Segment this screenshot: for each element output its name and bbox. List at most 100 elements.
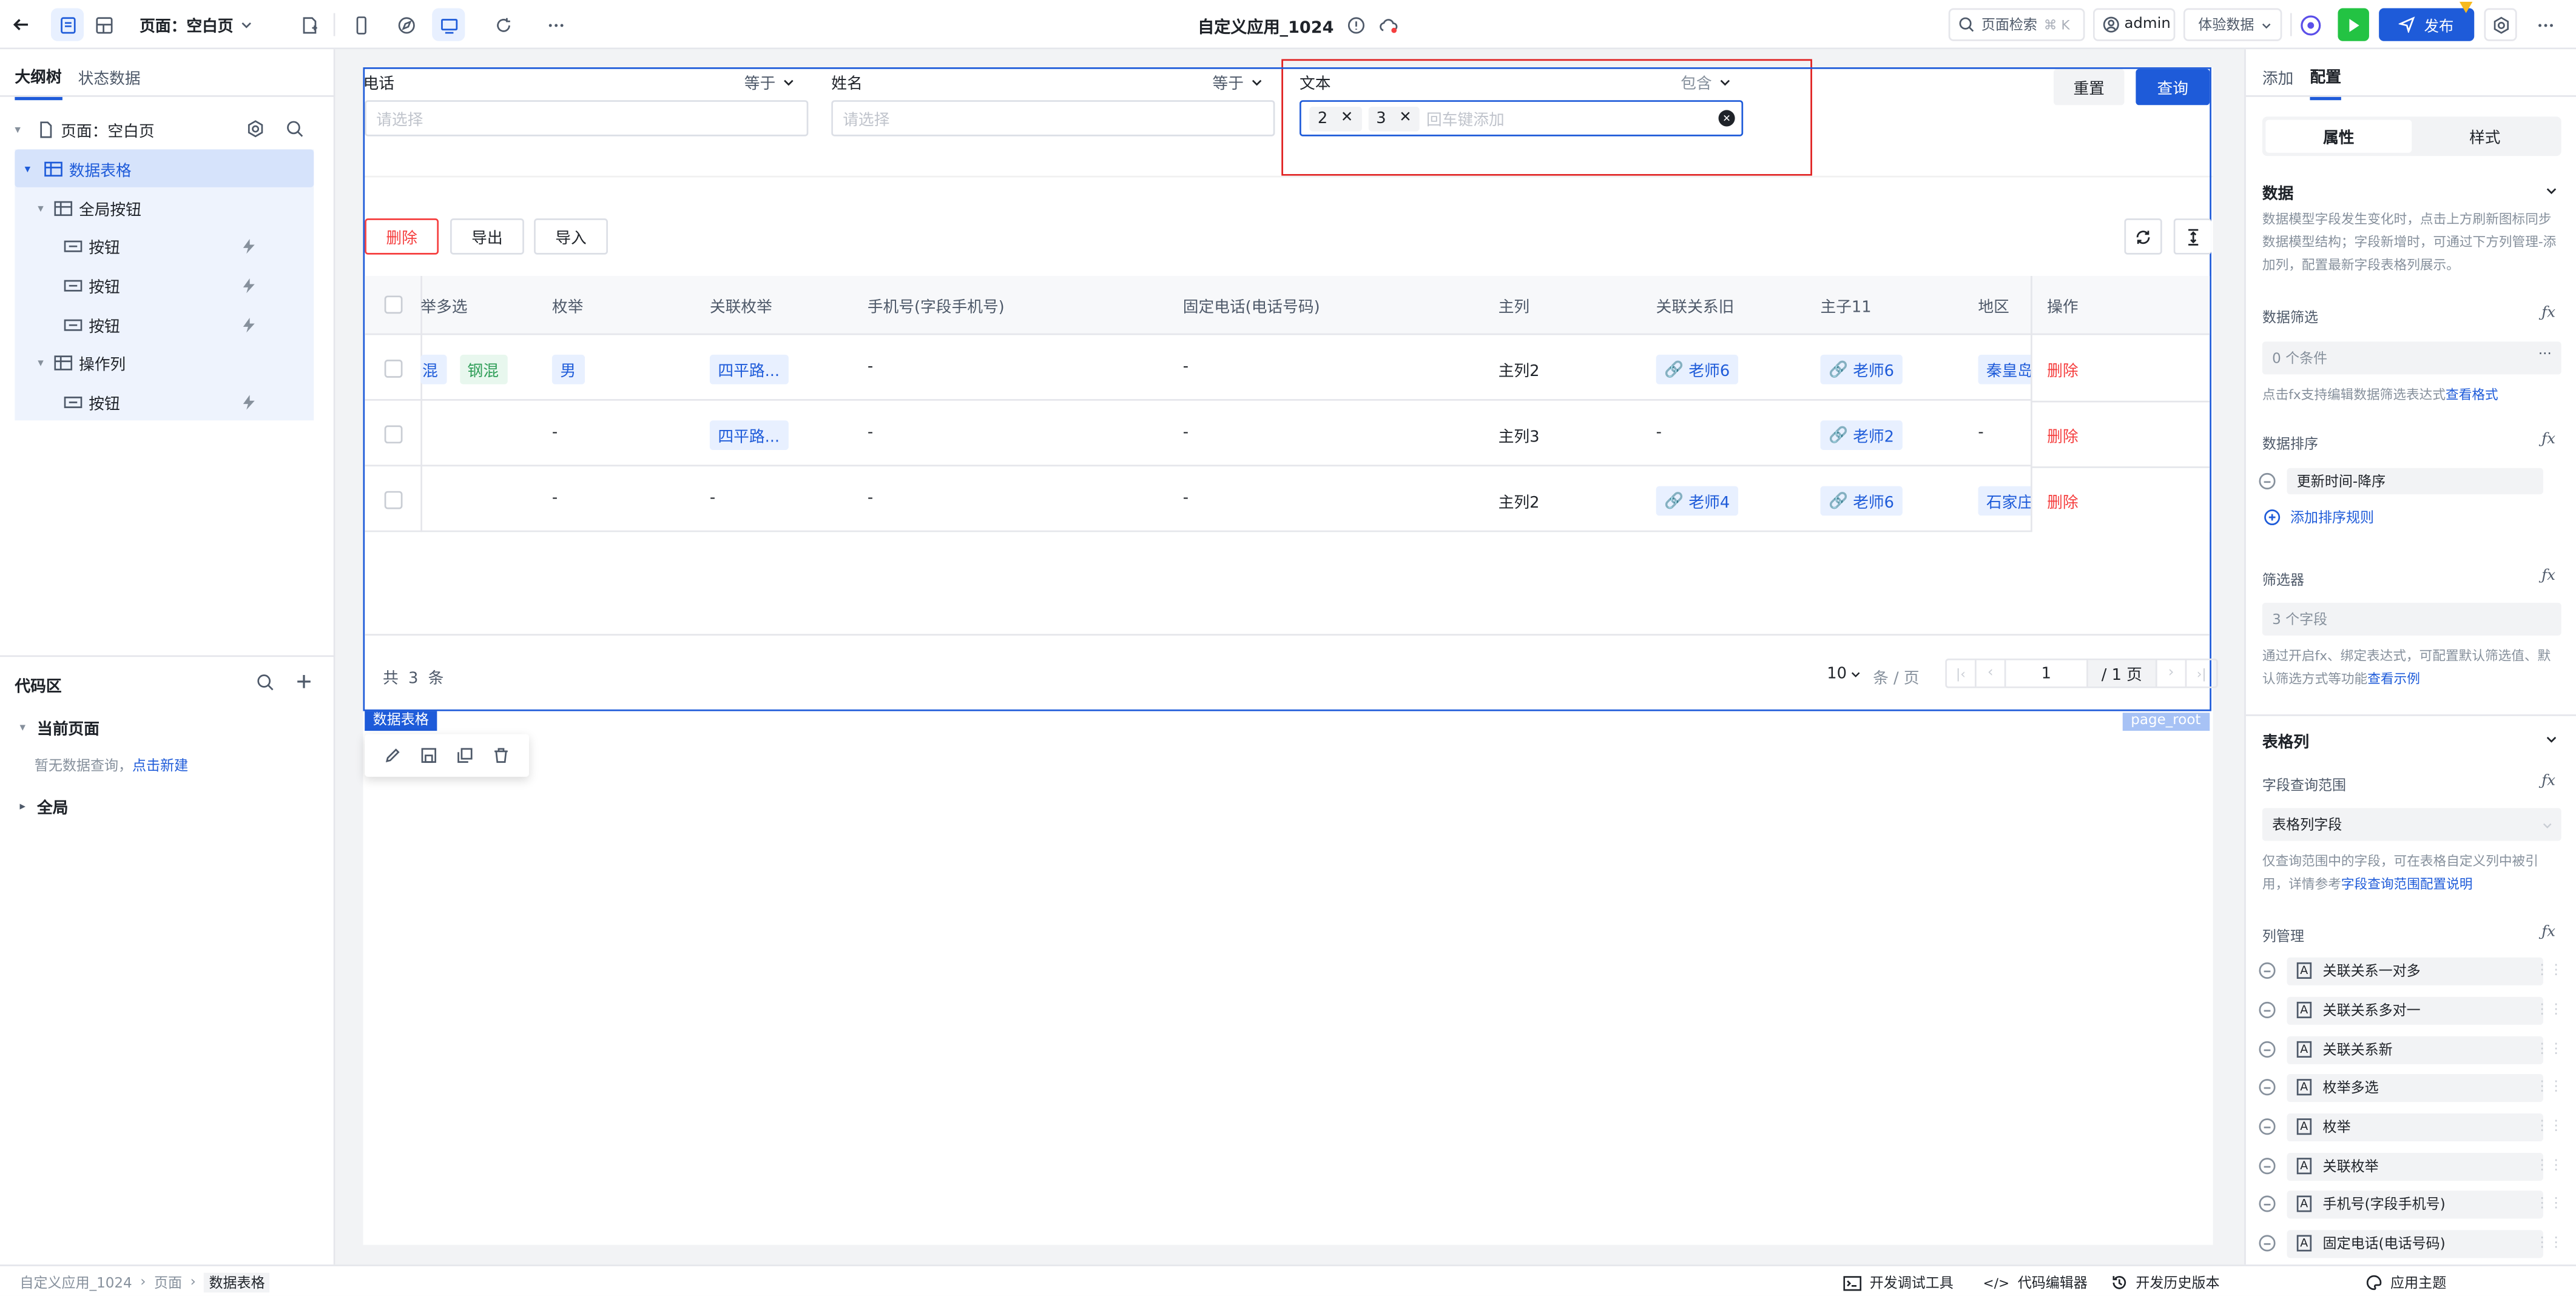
column-item[interactable]: A 关联关系新 ⋮⋮ (2287, 1035, 2563, 1064)
theme-button[interactable]: 应用主题 (2366, 1273, 2446, 1292)
import-button[interactable]: 导入 (534, 218, 608, 255)
breadcrumb-item[interactable]: 页面 (154, 1273, 182, 1292)
tab-state-data[interactable]: 状态数据 (78, 65, 141, 98)
remove-icon[interactable] (2259, 1079, 2276, 1096)
first-page-icon[interactable]: |‹ (1947, 660, 1977, 687)
reset-button[interactable]: 重置 (2054, 69, 2125, 106)
lightning-icon[interactable] (241, 394, 256, 410)
chevron-down-icon[interactable] (2545, 184, 2558, 197)
settings-icon[interactable] (246, 120, 265, 138)
tree-item-global-buttons[interactable]: ▾ 全局按钮 (15, 189, 314, 226)
tree-item-action-column[interactable]: ▾ 操作列 (15, 343, 314, 381)
more-icon[interactable] (2529, 8, 2561, 41)
compass-icon[interactable] (389, 8, 422, 41)
close-icon[interactable]: ✕ (1341, 110, 1353, 126)
page-selector[interactable]: 页面：空白页 (140, 13, 253, 36)
more-icon[interactable] (539, 8, 572, 41)
scope-doc-link[interactable]: 字段查询范围配置说明 (2341, 877, 2473, 891)
export-button[interactable]: 导出 (450, 218, 524, 255)
fx-icon[interactable]: ƒx (2541, 306, 2555, 322)
mobile-icon[interactable] (345, 8, 378, 41)
phone-filter-input[interactable]: 请选择 (365, 100, 809, 136)
page-icon[interactable] (50, 8, 84, 41)
publish-button[interactable]: 发布 (2379, 8, 2475, 41)
lightning-icon[interactable] (241, 237, 256, 253)
column-item[interactable]: A 手机号(字段手机号) ⋮⋮ (2287, 1189, 2563, 1218)
column-item[interactable]: A 关联关系多对一 ⋮⋮ (2287, 996, 2563, 1024)
refresh-icon[interactable] (487, 8, 519, 41)
sort-item[interactable]: 更新时间-降序 (2287, 468, 2543, 495)
prev-page-icon[interactable]: ‹ (1977, 660, 2006, 687)
add-sort-rule[interactable]: 添加排序规则 (2264, 508, 2374, 527)
row-delete-link[interactable]: 删除 (2047, 489, 2078, 512)
debug-tool-button[interactable]: 开发调试工具 (1843, 1273, 1954, 1292)
row-delete-link[interactable]: 删除 (2047, 358, 2078, 381)
page-size-select[interactable]: 10 (1827, 665, 1861, 683)
breadcrumb-item[interactable]: 自定义应用_1024 (19, 1273, 132, 1292)
back-arrow-icon[interactable] (5, 8, 38, 41)
remove-icon[interactable] (2259, 472, 2276, 489)
chevron-down-icon[interactable] (2545, 733, 2558, 746)
lightning-icon[interactable] (241, 277, 256, 293)
table-row[interactable] (365, 335, 2031, 401)
query-button[interactable]: 查询 (2136, 69, 2210, 106)
fx-icon[interactable]: ƒx (2541, 432, 2555, 448)
remove-icon[interactable] (2259, 1041, 2276, 1058)
fx-icon[interactable]: ƒx (2541, 925, 2555, 941)
link-tag[interactable]: 🔗 老师6 (1820, 354, 1903, 384)
link-tag[interactable]: 🔗 老师6 (1656, 354, 1738, 384)
data-mode-select[interactable]: 体验数据 (2183, 8, 2282, 41)
row-checkbox[interactable] (384, 425, 403, 444)
fx-icon[interactable]: ƒx (2541, 773, 2555, 790)
copy-icon[interactable] (457, 747, 473, 764)
cloud-sync-icon[interactable] (1378, 16, 1398, 35)
create-query-link[interactable]: 点击新建 (132, 759, 188, 775)
more-icon[interactable]: ··· (2538, 346, 2552, 363)
segment-property[interactable]: 属性 (2265, 119, 2412, 153)
user-menu[interactable]: admin (2092, 8, 2176, 41)
drag-handle-icon[interactable]: ⋮⋮ (2535, 1041, 2563, 1058)
column-item[interactable]: A 固定电话(电话号码) ⋮⋮ (2287, 1229, 2563, 1257)
drag-handle-icon[interactable]: ⋮⋮ (2535, 1079, 2563, 1095)
run-button[interactable] (2338, 8, 2369, 41)
column-item[interactable]: A 枚举 ⋮⋮ (2287, 1112, 2563, 1141)
remove-icon[interactable] (2259, 1195, 2276, 1212)
last-page-icon[interactable]: ›| (2187, 660, 2216, 687)
remove-icon[interactable] (2259, 1118, 2276, 1135)
remove-icon[interactable] (2259, 1235, 2276, 1252)
data-filter-field[interactable]: 0 个条件 ··· (2262, 341, 2561, 375)
trash-icon[interactable] (493, 747, 509, 764)
info-icon[interactable] (1347, 16, 1365, 35)
lightning-icon[interactable] (241, 316, 256, 332)
current-page-group[interactable]: ▾ 当前页面 (19, 716, 99, 739)
column-item[interactable]: A 关联枚举 ⋮⋮ (2287, 1152, 2563, 1180)
next-page-icon[interactable]: › (2157, 660, 2187, 687)
column-item[interactable]: A 枚举多选 ⋮⋮ (2287, 1073, 2563, 1101)
tree-item-button[interactable]: 按钮 (15, 383, 314, 420)
table-row[interactable] (365, 466, 2031, 532)
tree-item-button[interactable]: 按钮 (15, 266, 314, 304)
drag-handle-icon[interactable]: ⋮⋮ (2535, 1158, 2563, 1174)
link-tag[interactable]: 🔗 老师4 (1656, 486, 1738, 516)
save-icon[interactable] (420, 747, 437, 764)
global-group[interactable]: ▸ 全局 (19, 795, 68, 818)
search-icon[interactable] (256, 673, 274, 691)
drag-handle-icon[interactable]: ⋮⋮ (2535, 962, 2563, 979)
drag-handle-icon[interactable]: ⋮⋮ (2535, 1002, 2563, 1018)
plus-icon[interactable] (295, 673, 312, 690)
select-all-checkbox[interactable] (384, 295, 403, 314)
link-tag[interactable]: 🔗 老师6 (1820, 486, 1903, 516)
view-format-link[interactable]: 查看格式 (2446, 388, 2498, 402)
history-button[interactable]: 开发历史版本 (2111, 1273, 2220, 1292)
name-filter-input[interactable]: 请选择 (831, 100, 1275, 136)
desktop-icon[interactable] (432, 8, 465, 41)
row-delete-link[interactable]: 删除 (2047, 424, 2078, 447)
fx-icon[interactable]: ƒx (2541, 568, 2555, 585)
delete-button[interactable]: 删除 (365, 218, 439, 255)
view-example-link[interactable]: 查看示例 (2367, 672, 2420, 687)
row-height-button[interactable] (2173, 218, 2211, 255)
remove-icon[interactable] (2259, 1158, 2276, 1175)
column-item[interactable]: A 关联关系一对多 ⋮⋮ (2287, 956, 2563, 985)
preview-eye-icon[interactable] (2293, 8, 2326, 41)
code-editor-button[interactable]: </> 代码编辑器 (1983, 1273, 2088, 1292)
